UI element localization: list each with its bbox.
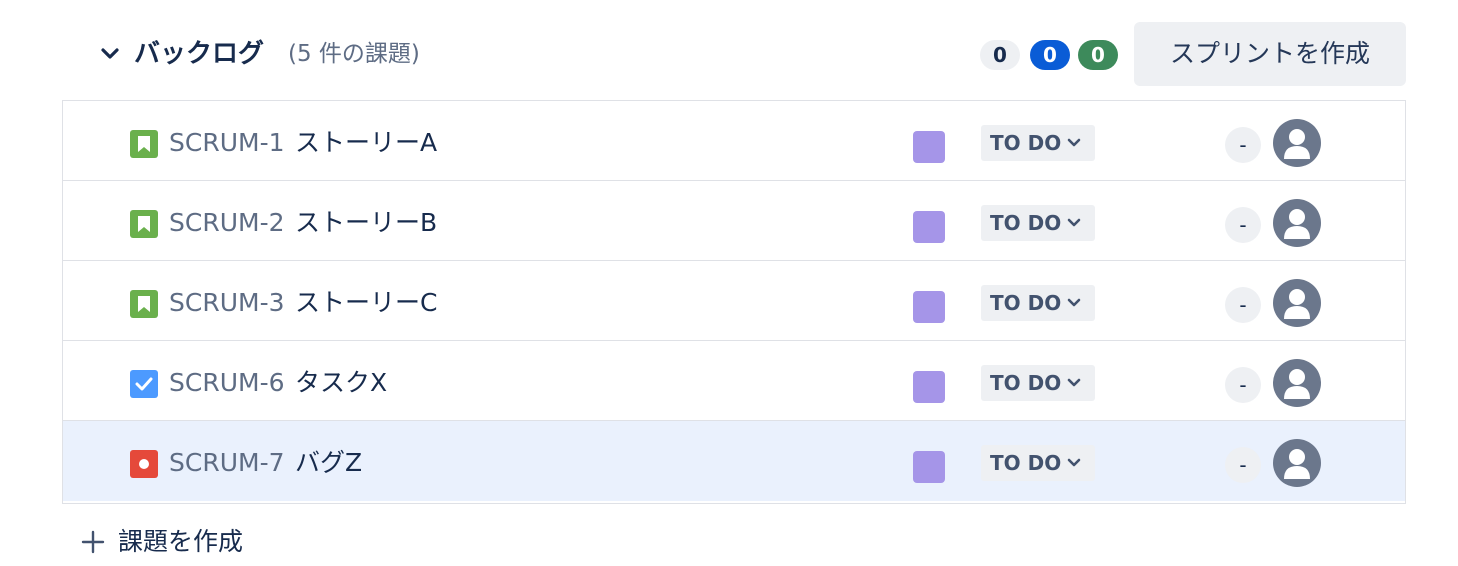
status-label: TO DO	[990, 451, 1062, 475]
chevron-down-icon	[1067, 218, 1081, 228]
plus-icon	[80, 529, 106, 555]
backlog-title: バックログ	[134, 39, 265, 69]
story-points-badge[interactable]: -	[1225, 207, 1261, 243]
epic-color-tag	[913, 211, 945, 243]
status-dropdown[interactable]: TO DO	[981, 445, 1095, 481]
story-points-badge[interactable]: -	[1225, 127, 1261, 163]
task-checkbox-icon	[130, 370, 158, 398]
todo-count-badge: 0	[980, 40, 1020, 70]
issue-key[interactable]: SCRUM-6	[169, 363, 285, 403]
story-points-badge[interactable]: -	[1225, 367, 1261, 403]
unassigned-avatar-icon[interactable]	[1273, 199, 1321, 247]
story-points-badge[interactable]: -	[1225, 447, 1261, 483]
issue-count: (5 件の課題)	[288, 41, 420, 67]
status-dropdown[interactable]: TO DO	[981, 125, 1095, 161]
unassigned-avatar-icon[interactable]	[1273, 119, 1321, 167]
issue-row[interactable]: SCRUM-3 ストーリーC TO DO -	[63, 261, 1405, 341]
status-label: TO DO	[990, 131, 1062, 155]
issue-row[interactable]: SCRUM-6 タスクX TO DO -	[63, 341, 1405, 421]
status-dropdown[interactable]: TO DO	[981, 365, 1095, 401]
chevron-down-icon	[1067, 378, 1081, 388]
chevron-down-icon[interactable]	[98, 42, 122, 66]
epic-color-tag	[913, 291, 945, 323]
create-issue-button[interactable]: 課題を作成	[80, 522, 243, 562]
issue-key[interactable]: SCRUM-7	[169, 443, 285, 483]
issue-summary: ストーリーB	[295, 208, 438, 237]
chevron-down-icon	[1067, 458, 1081, 468]
issue-key[interactable]: SCRUM-3	[169, 283, 285, 323]
bug-icon	[130, 450, 158, 478]
story-icon	[130, 290, 158, 318]
unassigned-avatar-icon[interactable]	[1273, 359, 1321, 407]
issue-row-selected[interactable]: SCRUM-7 バグZ TO DO -	[63, 421, 1405, 501]
story-icon	[130, 130, 158, 158]
issue-key[interactable]: SCRUM-2	[169, 203, 285, 243]
backlog-issue-list: SCRUM-1 ストーリーA TO DO - SCRUM-2 ストーリーB TO…	[62, 100, 1406, 504]
create-issue-label: 課題を作成	[118, 527, 244, 556]
unassigned-avatar-icon[interactable]	[1273, 439, 1321, 487]
status-label: TO DO	[990, 291, 1062, 315]
issue-row[interactable]: SCRUM-1 ストーリーA TO DO -	[63, 101, 1405, 181]
issue-row[interactable]: SCRUM-2 ストーリーB TO DO -	[63, 181, 1405, 261]
chevron-down-icon	[1067, 138, 1081, 148]
issue-summary: ストーリーC	[295, 288, 438, 317]
status-label: TO DO	[990, 211, 1062, 235]
issue-key[interactable]: SCRUM-1	[169, 123, 285, 163]
story-points-badge[interactable]: -	[1225, 287, 1261, 323]
in-progress-count-badge: 0	[1030, 40, 1070, 70]
issue-summary: ストーリーA	[295, 128, 438, 157]
epic-color-tag	[913, 131, 945, 163]
status-label: TO DO	[990, 371, 1062, 395]
epic-color-tag	[913, 371, 945, 403]
unassigned-avatar-icon[interactable]	[1273, 279, 1321, 327]
status-dropdown[interactable]: TO DO	[981, 205, 1095, 241]
backlog-header: バックログ (5 件の課題) 0 0 0 スプリントを作成	[62, 22, 1406, 86]
create-sprint-button[interactable]: スプリントを作成	[1134, 22, 1406, 86]
status-dropdown[interactable]: TO DO	[981, 285, 1095, 321]
epic-color-tag	[913, 451, 945, 483]
done-count-badge: 0	[1078, 40, 1118, 70]
issue-summary: バグZ	[295, 448, 363, 477]
issue-summary: タスクX	[295, 368, 388, 397]
chevron-down-icon	[1067, 298, 1081, 308]
story-icon	[130, 210, 158, 238]
